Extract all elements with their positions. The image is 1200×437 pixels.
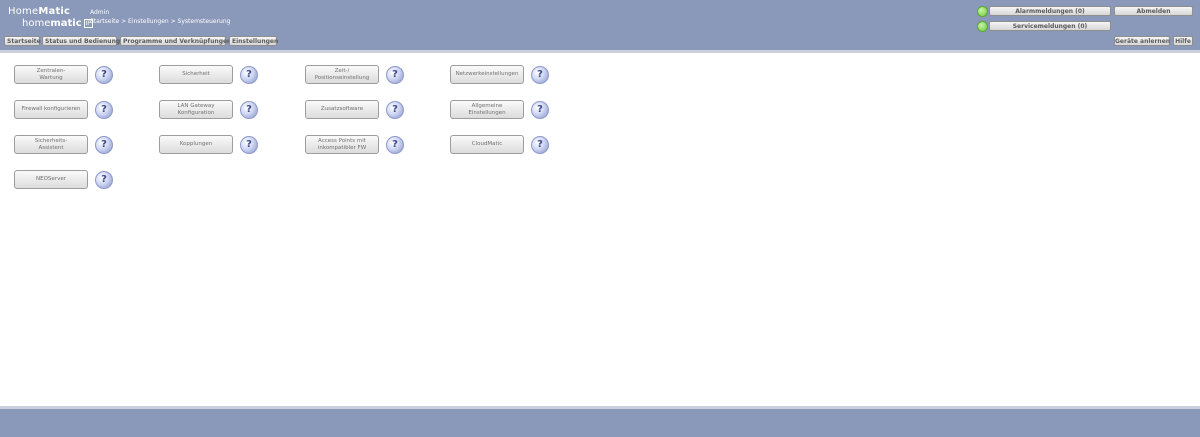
help-question-icon[interactable]: ? (240, 66, 258, 84)
tile-label-line1: Access Points mit (318, 137, 366, 144)
settings-tile-0[interactable]: Zentralen- Wartung (14, 65, 88, 84)
nav-programme-und-verknuepfungen[interactable]: Programme und Verknüpfungen (120, 36, 231, 46)
tile-label-line1: Sicherheits- (34, 137, 68, 144)
tile-label-line1: Zeit-/ (334, 67, 350, 74)
help-question-icon[interactable]: ? (531, 136, 549, 154)
service-messages-button[interactable]: Servicemeldungen (0) (989, 21, 1111, 31)
settings-tile-12[interactable]: NEOServer (14, 170, 88, 189)
tile-label: Zeit-/Positionseinstellung (315, 68, 370, 82)
tile-label-line1: CloudMatic (471, 141, 503, 147)
tile-label: Access Points mit inkompatibler FW (318, 138, 366, 152)
tile-label-line2: Konfiguration (177, 109, 215, 116)
nav-einstellungen[interactable]: Einstellungen (229, 36, 278, 46)
tile-label: Sicherheits- Assistent (35, 138, 67, 152)
help-question-icon[interactable]: ? (95, 66, 113, 84)
tile-label: Allgemeine Einstellungen (468, 103, 505, 117)
settings-tile-9[interactable]: Kopplungen (159, 135, 233, 154)
tile-label-line1: Zentralen- (36, 67, 66, 74)
breadcrumb: Startseite > Einstellungen > Systemsteue… (90, 18, 231, 25)
tile-label-line1: Allgemeine (471, 102, 503, 109)
settings-tile-11[interactable]: CloudMatic (450, 135, 524, 154)
tile-label: Netzwerkeinstellungen (456, 71, 519, 78)
settings-tile-3[interactable]: Netzwerkeinstellungen (450, 65, 524, 84)
tile-label: NEOServer (36, 176, 66, 183)
tile-label-line2: Einstellungen (468, 109, 506, 116)
help-question-icon[interactable]: ? (531, 101, 549, 119)
teach-devices-button[interactable]: Geräte anlernen (1114, 36, 1170, 46)
tile-label: Firewall konfigurieren (22, 106, 81, 113)
homematic-logo: HomeMatic homematic IP (8, 6, 93, 29)
alarm-messages-button[interactable]: Alarmmeldungen (0) (989, 6, 1111, 16)
tile-label-line1: Zusatzsoftware (320, 106, 364, 112)
help-question-icon[interactable]: ? (386, 136, 404, 154)
settings-tile-8[interactable]: Sicherheits- Assistent (14, 135, 88, 154)
footer-bar (0, 409, 1200, 437)
help-question-icon[interactable]: ? (240, 101, 258, 119)
tile-label: Sicherheit (182, 71, 210, 78)
tile-label: Kopplungen (180, 141, 213, 148)
nav-startseite[interactable]: Startseite (4, 36, 41, 46)
tile-label-line1: Kopplungen (179, 141, 213, 147)
help-question-icon[interactable]: ? (95, 136, 113, 154)
help-button[interactable]: Hilfe (1173, 36, 1193, 46)
tile-label: Zusatzsoftware (321, 106, 363, 113)
settings-tile-4[interactable]: Firewall konfigurieren (14, 100, 88, 119)
alarm-status-led (977, 6, 988, 17)
help-question-icon[interactable]: ? (95, 171, 113, 189)
tile-label-line1: Firewall konfigurieren (21, 106, 81, 112)
tile-label-line1: NEOServer (36, 176, 66, 182)
help-question-icon[interactable]: ? (531, 66, 549, 84)
tile-label-line2: inkompatibler FW (317, 144, 367, 151)
tile-label-line2: Wartung (39, 74, 63, 81)
header-separator (0, 50, 1200, 53)
tile-label-line1: LAN Gateway (177, 102, 215, 109)
nav-status-und-bedienung[interactable]: Status und Bedienung (42, 36, 120, 46)
tile-label-line1: Sicherheit (182, 71, 210, 77)
logout-button[interactable]: Abmelden (1114, 6, 1193, 16)
help-question-icon[interactable]: ? (386, 66, 404, 84)
user-name: Admin (90, 9, 110, 16)
tile-label: CloudMatic (472, 141, 503, 148)
tile-label-line2: Positionseinstellung (314, 74, 370, 81)
tile-label-line2: Assistent (38, 144, 64, 151)
settings-tile-2[interactable]: Zeit-/Positionseinstellung (305, 65, 379, 84)
help-question-icon[interactable]: ? (386, 101, 404, 119)
settings-tile-6[interactable]: Zusatzsoftware (305, 100, 379, 119)
settings-tile-10[interactable]: Access Points mit inkompatibler FW (305, 135, 379, 154)
tile-label: Zentralen- Wartung (37, 68, 66, 82)
tile-label: LAN Gateway Konfiguration (177, 103, 214, 117)
settings-tile-7[interactable]: Allgemeine Einstellungen (450, 100, 524, 119)
help-question-icon[interactable]: ? (95, 101, 113, 119)
header-bar: HomeMatic homematic IP Admin Startseite >… (0, 0, 1200, 50)
settings-tile-5[interactable]: LAN Gateway Konfiguration (159, 100, 233, 119)
help-question-icon[interactable]: ? (240, 136, 258, 154)
tile-label-line1: Netzwerkeinstellungen (455, 71, 519, 77)
settings-tile-1[interactable]: Sicherheit (159, 65, 233, 84)
service-status-led (977, 21, 988, 32)
